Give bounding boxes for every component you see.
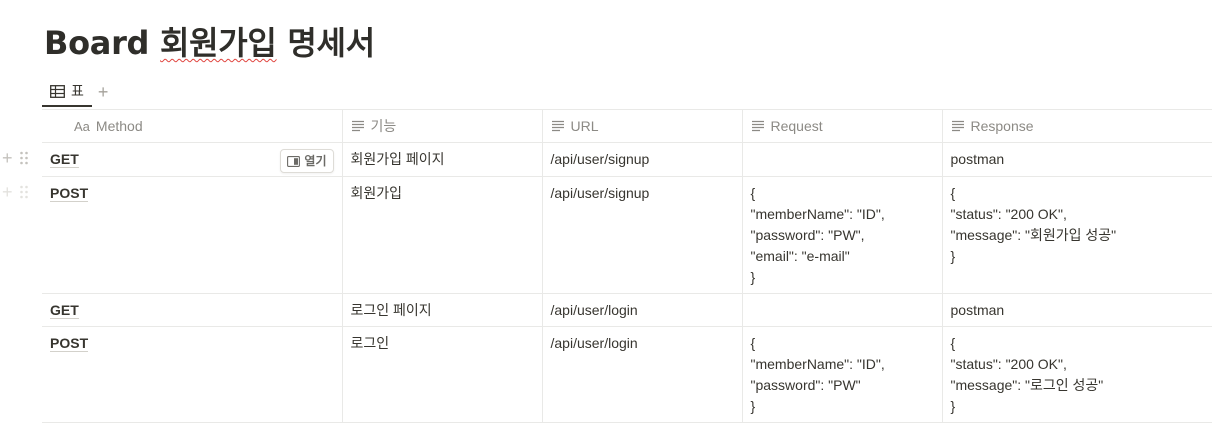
tab-table-view[interactable]: 표 — [42, 77, 92, 107]
cell-feature[interactable]: 회원가입 페이지 — [341, 142, 543, 177]
row-controls: + — [2, 149, 29, 167]
page-title-signup: 회원가입 — [160, 24, 277, 62]
cell-url[interactable]: /api/user/login — [541, 293, 743, 327]
table-row[interactable]: POST 회원가입 /api/user/signup { "memberName… — [42, 176, 1212, 294]
cell-feature[interactable]: 회원가입 — [341, 176, 543, 294]
feature-value: 로그인 — [350, 335, 390, 351]
cell-method[interactable]: GET — [42, 293, 343, 327]
cell-feature[interactable]: 로그인 — [341, 326, 543, 423]
view-tabs: 표 + — [42, 77, 108, 107]
text-property-icon — [351, 120, 364, 132]
cell-response[interactable]: { "status": "200 OK", "message": "회원가입 성… — [941, 176, 1212, 294]
feature-value: 회원가입 — [350, 185, 403, 201]
add-view-button[interactable]: + — [98, 83, 109, 101]
cell-request[interactable]: { "memberName": "ID", "password": "PW" } — [741, 326, 943, 423]
open-button-label: 열기 — [304, 153, 327, 168]
add-row-plus-icon[interactable]: + — [2, 183, 13, 201]
cell-request[interactable]: { "memberName": "ID", "password": "PW", … — [741, 176, 943, 294]
column-header-response[interactable]: Response — [941, 109, 1212, 143]
response-value: { "status": "200 OK", "message": "로그인 성공… — [950, 335, 1104, 414]
column-header-label: URL — [570, 118, 599, 134]
drag-handle-icon[interactable] — [19, 185, 29, 199]
request-value: { "memberName": "ID", "password": "PW", … — [750, 185, 885, 285]
side-peek-icon — [287, 155, 301, 167]
cell-response[interactable]: postman — [941, 142, 1212, 177]
method-value: GET — [50, 151, 79, 168]
page-title-board: Board — [44, 24, 150, 62]
method-value: POST — [50, 335, 89, 352]
table-row[interactable]: POST 로그인 /api/user/login { "memberName":… — [42, 326, 1212, 423]
table-header-row: Aa Method 기능 URL Request Response — [42, 109, 1212, 143]
response-value: postman — [950, 302, 1005, 318]
method-value: GET — [50, 302, 79, 319]
row-controls: + — [2, 183, 29, 201]
cell-url[interactable]: /api/user/login — [541, 326, 743, 423]
column-header-label: Request — [770, 118, 823, 134]
table-icon — [50, 84, 65, 98]
url-value: /api/user/signup — [550, 151, 650, 167]
column-header-request[interactable]: Request — [741, 109, 943, 143]
page-title: Board 회원가입 명세서 — [44, 18, 375, 64]
tab-table-label: 표 — [71, 83, 84, 99]
page-title-spec: 명세서 — [287, 24, 375, 62]
cell-method[interactable]: POST — [42, 326, 343, 423]
request-value — [751, 294, 934, 300]
url-value: /api/user/signup — [550, 185, 650, 201]
table-row[interactable]: GET 로그인 페이지 /api/user/login postman — [42, 293, 1212, 327]
text-property-icon — [551, 120, 564, 132]
cell-url[interactable]: /api/user/signup — [541, 176, 743, 294]
url-value: /api/user/login — [550, 302, 638, 318]
add-row-plus-icon[interactable]: + — [2, 149, 13, 167]
cell-feature[interactable]: 로그인 페이지 — [341, 293, 543, 327]
cell-method[interactable]: GET 열기 — [42, 142, 343, 177]
response-value: { "status": "200 OK", "message": "회원가입 성… — [950, 185, 1117, 264]
cell-response[interactable]: postman — [941, 293, 1212, 327]
title-property-icon: Aa — [74, 118, 90, 134]
database-table: Aa Method 기능 URL Request Response GET 열기… — [42, 109, 1212, 423]
table-row[interactable]: GET 열기 회원가입 페이지 /api/user/signup postman — [42, 142, 1212, 177]
method-value: POST — [50, 185, 89, 202]
cell-method[interactable]: POST — [42, 176, 343, 294]
text-property-icon — [951, 120, 964, 132]
cell-url[interactable]: /api/user/signup — [541, 142, 743, 177]
feature-value: 로그인 페이지 — [350, 302, 432, 318]
request-value — [751, 143, 934, 149]
column-header-method[interactable]: Aa Method — [42, 109, 343, 143]
cell-request[interactable] — [741, 293, 943, 327]
open-page-button[interactable]: 열기 — [280, 149, 334, 173]
text-property-icon — [751, 120, 764, 132]
drag-handle-icon[interactable] — [19, 151, 29, 165]
url-value: /api/user/login — [550, 335, 638, 351]
column-header-label: Method — [95, 118, 143, 134]
response-value: postman — [950, 151, 1005, 167]
feature-value: 회원가입 페이지 — [350, 151, 445, 167]
request-value: { "memberName": "ID", "password": "PW" } — [750, 335, 885, 414]
cell-request[interactable] — [741, 142, 943, 177]
column-header-feature[interactable]: 기능 — [341, 109, 543, 143]
column-header-url[interactable]: URL — [541, 109, 743, 143]
column-header-label: 기능 — [370, 118, 397, 134]
cell-response[interactable]: { "status": "200 OK", "message": "로그인 성공… — [941, 326, 1212, 423]
column-header-label: Response — [970, 118, 1034, 134]
